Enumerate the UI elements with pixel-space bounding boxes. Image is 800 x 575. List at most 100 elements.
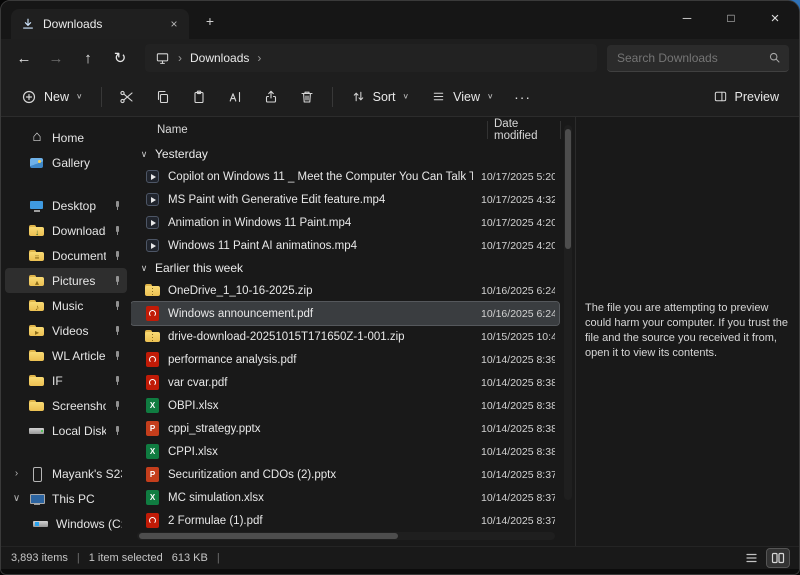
horizontal-scrollbar[interactable] — [137, 532, 555, 540]
file-date-modified: 10/14/2025 8:38 — [481, 446, 555, 458]
file-name: OBPI.xlsx — [168, 400, 473, 412]
horizontal-scrollbar-thumb[interactable] — [139, 533, 398, 539]
search-box[interactable] — [607, 45, 789, 72]
cut-button[interactable] — [110, 81, 144, 113]
breadcrumb-chevron-icon[interactable]: › — [257, 51, 261, 65]
sidebar-item-pictures[interactable]: Pictures — [5, 268, 127, 293]
address-bar[interactable]: › Downloads › — [145, 44, 597, 72]
chevron-down-icon[interactable]: ∨ — [11, 493, 22, 504]
sidebar-item-home[interactable]: Home — [5, 125, 127, 150]
pin-icon — [113, 250, 122, 261]
file-row[interactable]: cppi_strategy.pptx 10/14/2025 8:38 — [131, 417, 559, 440]
chevron-right-icon[interactable]: › — [11, 468, 22, 479]
file-row[interactable]: Securitization and CDOs (2).pptx 10/14/2… — [131, 463, 559, 486]
chevron-down-icon[interactable]: ∨ — [139, 263, 149, 274]
sidebar-item-windows-c[interactable]: Windows (C:) — [5, 511, 127, 536]
caption-buttons: ─ □ × — [665, 1, 797, 35]
home-icon — [29, 130, 45, 146]
sidebar-item-downloads[interactable]: Downloads — [5, 218, 127, 243]
maximize-button[interactable]: □ — [709, 2, 753, 34]
file-row[interactable]: MS Paint with Generative Edit feature.mp… — [131, 188, 559, 211]
sort-button-label: Sort — [373, 90, 396, 104]
up-button[interactable]: ↑ — [73, 44, 103, 72]
details-view-button[interactable] — [740, 549, 762, 567]
vertical-scrollbar-thumb[interactable] — [565, 129, 571, 249]
rename-button[interactable] — [218, 81, 252, 113]
file-row[interactable]: Animation in Windows 11 Paint.mp4 10/17/… — [131, 211, 559, 234]
documents-folder-icon — [29, 248, 45, 264]
file-name: OneDrive_1_10-16-2025.zip — [168, 285, 473, 297]
sidebar-item-local-disk-z[interactable]: Local Disk (Z:) — [5, 418, 127, 443]
file-date-modified: 10/14/2025 8:37 — [481, 515, 555, 527]
sidebar-item-label: Documents — [52, 249, 106, 263]
new-button[interactable]: New ∨ — [11, 81, 93, 113]
file-row[interactable]: Copilot on Windows 11 _ Meet the Compute… — [131, 165, 559, 188]
sidebar-item-mayanks-s23[interactable]: › Mayank's S23 — [5, 461, 127, 486]
file-row[interactable]: drive-download-20251015T171650Z-1-001.zi… — [131, 325, 559, 348]
new-button-label: New — [44, 90, 69, 104]
close-button[interactable]: × — [753, 2, 797, 34]
view-button[interactable]: View ∨ — [421, 81, 503, 113]
file-row[interactable]: Windows 11 Paint AI animatinos.mp4 10/17… — [131, 234, 559, 257]
chevron-down-icon[interactable]: ∨ — [139, 149, 149, 160]
sidebar-item-label: Screenshots — [52, 399, 106, 413]
sidebar-item-if[interactable]: IF — [5, 368, 127, 393]
column-header-date-modified[interactable]: Date modified — [487, 121, 561, 139]
file-type-icon — [145, 374, 160, 391]
copy-button[interactable] — [146, 81, 180, 113]
vertical-scrollbar[interactable] — [564, 125, 572, 500]
file-type-icon — [145, 443, 160, 460]
file-row[interactable]: performance analysis.pdf 10/14/2025 8:39 — [131, 348, 559, 371]
sidebar-item-documents[interactable]: Documents — [5, 243, 127, 268]
file-row-selected[interactable]: Windows announcement.pdf 10/16/2025 6:24 — [131, 302, 559, 325]
search-input[interactable] — [615, 50, 762, 66]
search-icon — [768, 51, 781, 64]
sidebar-item-gallery[interactable]: Gallery — [5, 150, 127, 175]
file-row[interactable]: MC simulation.xlsx 10/14/2025 8:37 — [131, 486, 559, 509]
file-row[interactable]: OBPI.xlsx 10/14/2025 8:38 — [131, 394, 559, 417]
sidebar-item-videos[interactable]: Videos — [5, 318, 127, 343]
file-name: CPPI.xlsx — [168, 446, 473, 458]
tab-close-icon[interactable]: × — [165, 15, 183, 33]
file-row[interactable]: 2 Formulae (1).pdf 10/14/2025 8:37 — [131, 509, 559, 532]
group-header-earlier-this-week[interactable]: ∨ Earlier this week — [131, 257, 561, 279]
new-tab-button[interactable]: + — [199, 10, 221, 32]
delete-button[interactable] — [290, 81, 324, 113]
sidebar-item-label: WL Articles — [52, 349, 106, 363]
file-type-icon — [145, 420, 160, 437]
videos-folder-icon — [29, 323, 45, 339]
status-divider: | — [77, 552, 80, 564]
file-name: var cvar.pdf — [168, 377, 473, 389]
sidebar-item-this-pc[interactable]: ∨ This PC — [5, 486, 127, 511]
forward-button[interactable]: → — [41, 44, 71, 72]
file-row[interactable]: OneDrive_1_10-16-2025.zip 10/16/2025 6:2… — [131, 279, 559, 302]
file-type-icon — [145, 512, 160, 529]
sidebar-item-screenshots[interactable]: Screenshots — [5, 393, 127, 418]
titlebar[interactable]: Downloads × + ─ □ × — [1, 1, 799, 39]
explorer-tab-downloads[interactable]: Downloads × — [11, 9, 189, 39]
sidebar-item-music[interactable]: Music — [5, 293, 127, 318]
paste-button[interactable] — [182, 81, 216, 113]
sidebar-item-wl-articles[interactable]: WL Articles — [5, 343, 127, 368]
sort-button[interactable]: Sort ∨ — [341, 81, 420, 113]
refresh-button[interactable]: ↻ — [105, 44, 135, 72]
more-options-button[interactable]: ··· — [506, 81, 540, 113]
thumbnails-view-button[interactable] — [767, 549, 789, 567]
sidebar-item-label: IF — [52, 374, 106, 388]
back-button[interactable]: ← — [9, 44, 39, 72]
file-row[interactable]: CPPI.xlsx 10/14/2025 8:38 — [131, 440, 559, 463]
file-type-icon — [145, 282, 160, 299]
minimize-button[interactable]: ─ — [665, 2, 709, 34]
sidebar-item-label: Local Disk (Z:) — [52, 424, 106, 438]
chevron-down-icon: ∨ — [487, 92, 494, 101]
sidebar-item-desktop[interactable]: Desktop — [5, 193, 127, 218]
preview-toggle-button[interactable]: Preview — [703, 81, 789, 113]
file-row[interactable]: var cvar.pdf 10/14/2025 8:38 — [131, 371, 559, 394]
preview-pane: The file you are attempting to preview c… — [575, 117, 799, 546]
pin-icon — [113, 425, 122, 436]
share-button[interactable] — [254, 81, 288, 113]
file-type-icon — [145, 466, 160, 483]
group-header-yesterday[interactable]: ∨ Yesterday — [131, 143, 561, 165]
column-header-name[interactable]: Name — [157, 124, 487, 136]
breadcrumb-location[interactable]: Downloads — [190, 51, 249, 65]
